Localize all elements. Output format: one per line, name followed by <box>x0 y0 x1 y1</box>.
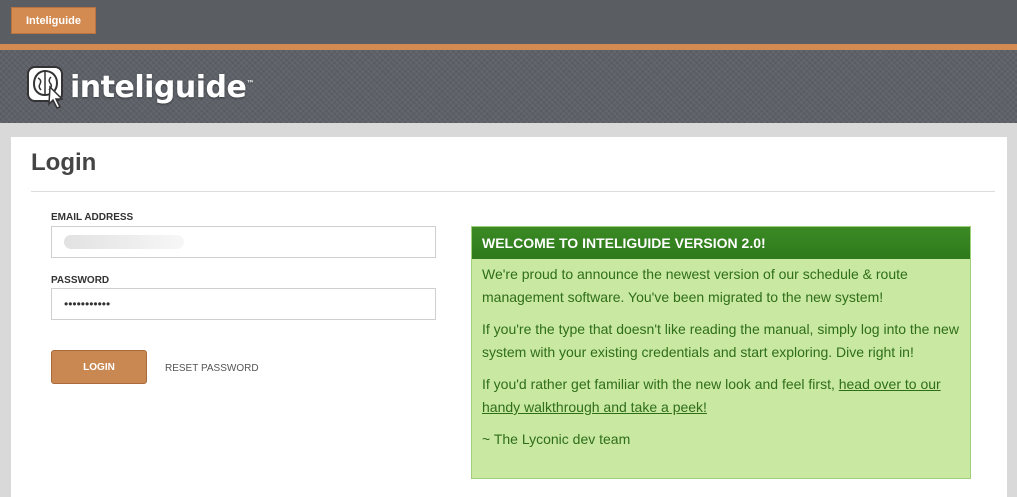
main-content: Login EMAIL ADDRESS PASSWORD •••••••••••… <box>11 137 1007 497</box>
welcome-body: We're proud to announce the newest versi… <box>472 259 970 451</box>
logo[interactable]: inteliguide™ <box>26 58 254 116</box>
logo-text: inteliguide™ <box>70 69 254 105</box>
welcome-paragraph-3: If you'd rather get familiar with the ne… <box>482 376 941 415</box>
login-button[interactable]: LOGIN <box>51 350 147 384</box>
email-value-redacted <box>64 235 184 249</box>
top-bar: Inteliguide <box>0 0 1017 44</box>
welcome-signature: ~ The Lyconic dev team <box>482 431 631 447</box>
email-label: EMAIL ADDRESS <box>51 212 134 223</box>
password-value: ••••••••••• <box>64 297 111 311</box>
welcome-paragraph-1: We're proud to announce the newest versi… <box>482 266 908 305</box>
reset-password-link[interactable]: RESET PASSWORD <box>165 363 259 374</box>
welcome-title: WELCOME TO INTELIGUIDE VERSION 2.0! <box>472 227 970 259</box>
password-label: PASSWORD <box>51 275 110 286</box>
password-field[interactable]: ••••••••••• <box>51 288 436 320</box>
brain-cursor-logo-icon <box>27 66 64 109</box>
app-tab-inteliguide[interactable]: Inteliguide <box>11 7 96 34</box>
email-field[interactable] <box>51 226 436 258</box>
page-title: Login <box>31 149 97 176</box>
header-banner: inteliguide™ <box>0 50 1017 123</box>
welcome-panel: WELCOME TO INTELIGUIDE VERSION 2.0! We'r… <box>471 226 971 479</box>
welcome-paragraph-2: If you're the type that doesn't like rea… <box>482 321 959 360</box>
title-divider <box>31 191 995 192</box>
